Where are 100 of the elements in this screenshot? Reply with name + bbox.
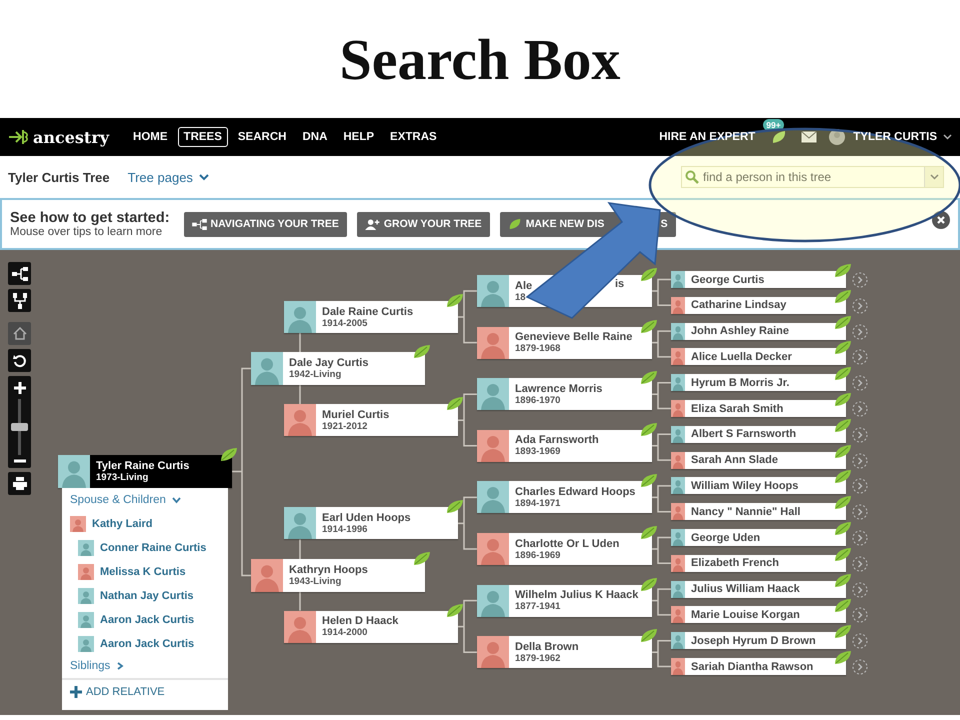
person-card[interactable]: William Wiley Hoops [671, 477, 846, 494]
person-card[interactable]: John Ashley Raine [671, 322, 846, 340]
print-button[interactable] [8, 472, 31, 495]
leaf-icon[interactable] [446, 499, 464, 514]
nav-tab[interactable]: TREES [178, 127, 228, 147]
avatar-icon[interactable] [829, 129, 846, 145]
person-card[interactable]: Genevieve Belle Raine 1879-1968 [477, 326, 652, 359]
leaf-icon[interactable] [834, 366, 852, 382]
user-menu[interactable]: TYLER CURTIS [847, 127, 943, 147]
person-card[interactable]: Albert S Farnsworth [671, 426, 846, 443]
person-card[interactable]: Charlotte Or L Uden 1896-1969 [477, 533, 652, 565]
tip-button[interactable]: GROW YOUR TREE [356, 212, 490, 236]
logo-text[interactable]: ancestry [33, 128, 110, 146]
leaf-icon[interactable] [640, 422, 658, 437]
zoom-control[interactable] [8, 376, 31, 468]
pedigree-view-button[interactable] [8, 262, 31, 285]
plus-icon[interactable] [12, 381, 26, 395]
person-card[interactable]: Earl Uden Hoops 1914-1996 [284, 507, 458, 540]
person-card[interactable]: George Curtis [671, 271, 846, 288]
caret-icon[interactable] [943, 134, 952, 140]
person-card[interactable]: Marie Louise Korgan [671, 606, 846, 624]
leaf-icon[interactable] [834, 624, 852, 640]
leaf-icon[interactable] [834, 650, 852, 665]
leaf-icon[interactable] [640, 318, 658, 334]
nav-tab[interactable]: HELP [337, 127, 380, 147]
leaf-icon[interactable] [834, 444, 852, 459]
tip-button[interactable]: NAVIGATING YOUR TREE [184, 212, 347, 236]
person-card[interactable]: Nancy " Nannie" Hall [671, 503, 846, 520]
leaf-icon[interactable] [834, 288, 852, 304]
person-card[interactable]: Dale Raine Curtis 1914-2005 [284, 301, 458, 333]
spouse-link[interactable]: Kathy Laird [70, 512, 153, 536]
connector-line [651, 278, 672, 306]
person-card[interactable]: Hyrum B Morris Jr. [671, 374, 846, 392]
leaf-icon[interactable] [834, 392, 852, 407]
leaf-icon[interactable] [834, 469, 852, 484]
leaf-icon[interactable] [640, 576, 658, 592]
person-card[interactable]: Kathryn Hoops 1943-Living [251, 559, 425, 592]
reset-button[interactable] [8, 349, 31, 372]
person-card[interactable]: Ada Farnsworth 1893-1969 [477, 430, 652, 462]
mail-icon[interactable] [801, 131, 818, 143]
nav-tab[interactable]: DNA [296, 127, 334, 147]
leaf-icon[interactable] [446, 293, 464, 308]
leaf-icon[interactable] [640, 628, 658, 644]
leaf-icon[interactable] [834, 263, 852, 278]
nav-tab[interactable]: HOME [127, 127, 174, 147]
leaf-icon[interactable] [640, 370, 658, 386]
leaf-icon[interactable] [640, 473, 658, 488]
leaf-icon[interactable] [220, 447, 238, 462]
tree-icon [192, 218, 207, 230]
leaf-icon[interactable] [834, 340, 852, 356]
search-field[interactable]: find a person in this tree [681, 166, 944, 188]
nav-tab[interactable]: EXTRAS [384, 127, 443, 147]
nav-tab[interactable]: SEARCH [232, 127, 292, 147]
person-card[interactable]: Charles Edward Hoops 1894-1971 [477, 481, 652, 514]
person-card[interactable]: Muriel Curtis 1921-2012 [284, 404, 458, 436]
leaf-icon[interactable] [446, 602, 464, 618]
person-name: George Uden [691, 532, 760, 544]
siblings-toggle[interactable]: Siblings [70, 660, 126, 672]
zoom-slider-thumb[interactable] [11, 423, 28, 431]
person-card[interactable]: Elizabeth French [671, 554, 846, 572]
person-card[interactable]: Sarah Ann Slade [671, 452, 846, 469]
person-card[interactable]: Dale Jay Curtis 1942-Living [251, 352, 425, 385]
person-card[interactable]: George Uden [671, 529, 846, 546]
leaf-icon[interactable] [413, 551, 431, 566]
person-card[interactable]: Lawrence Morris 1896-1970 [477, 378, 652, 410]
person-card[interactable]: Joseph Hyrum D Brown [671, 632, 846, 650]
child-link[interactable]: Aaron Jack Curtis [78, 608, 194, 632]
child-link[interactable]: Melissa K Curtis [78, 560, 186, 584]
leaf-icon[interactable] [834, 495, 852, 510]
add-relative-link[interactable]: ADD RELATIVE [62, 678, 228, 704]
leaf-icon[interactable] [640, 267, 658, 282]
family-view-button[interactable] [8, 289, 31, 312]
person-card[interactable]: Wilhelm Julius K Haack 1877-1941 [477, 584, 652, 617]
leaf-icon[interactable] [834, 546, 852, 562]
person-card[interactable]: Helen D Haack 1914-2000 [284, 610, 458, 643]
minus-icon[interactable] [12, 459, 26, 463]
leaf-icon[interactable] [834, 418, 852, 433]
spouse-children-toggle[interactable]: Spouse & Children [70, 494, 181, 506]
person-card[interactable]: Julius William Haack [671, 580, 846, 598]
child-link[interactable]: Aaron Jack Curtis [78, 632, 194, 656]
child-link[interactable]: Nathan Jay Curtis [78, 584, 194, 608]
dropdown-button[interactable] [924, 167, 943, 187]
person-card[interactable]: Eliza Sarah Smith [671, 400, 846, 417]
leaf-icon[interactable] [834, 598, 852, 614]
hire-link[interactable]: HIRE AN EXPERT [653, 127, 762, 147]
child-link[interactable]: Conner Raine Curtis [78, 536, 206, 560]
person-card[interactable]: Tyler Raine Curtis 1973-Living [58, 455, 232, 488]
leaf-icon[interactable] [771, 130, 788, 144]
leaf-icon[interactable] [834, 572, 852, 588]
leaf-icon[interactable] [446, 396, 464, 412]
leaf-icon[interactable] [640, 525, 658, 540]
leaf-icon[interactable] [413, 344, 431, 359]
leaf-icon[interactable] [834, 314, 852, 330]
person-card[interactable]: Catharine Lindsay [671, 296, 846, 314]
leaf-icon[interactable] [834, 521, 852, 536]
person-card[interactable]: Alice Luella Decker [671, 348, 846, 366]
person-card[interactable]: Sariah Diantha Rawson [671, 658, 846, 675]
person-card[interactable]: Della Brown 1879-1962 [477, 636, 652, 668]
tree-pages-menu[interactable]: Tree pages [128, 170, 209, 184]
close-button[interactable] [932, 211, 950, 229]
